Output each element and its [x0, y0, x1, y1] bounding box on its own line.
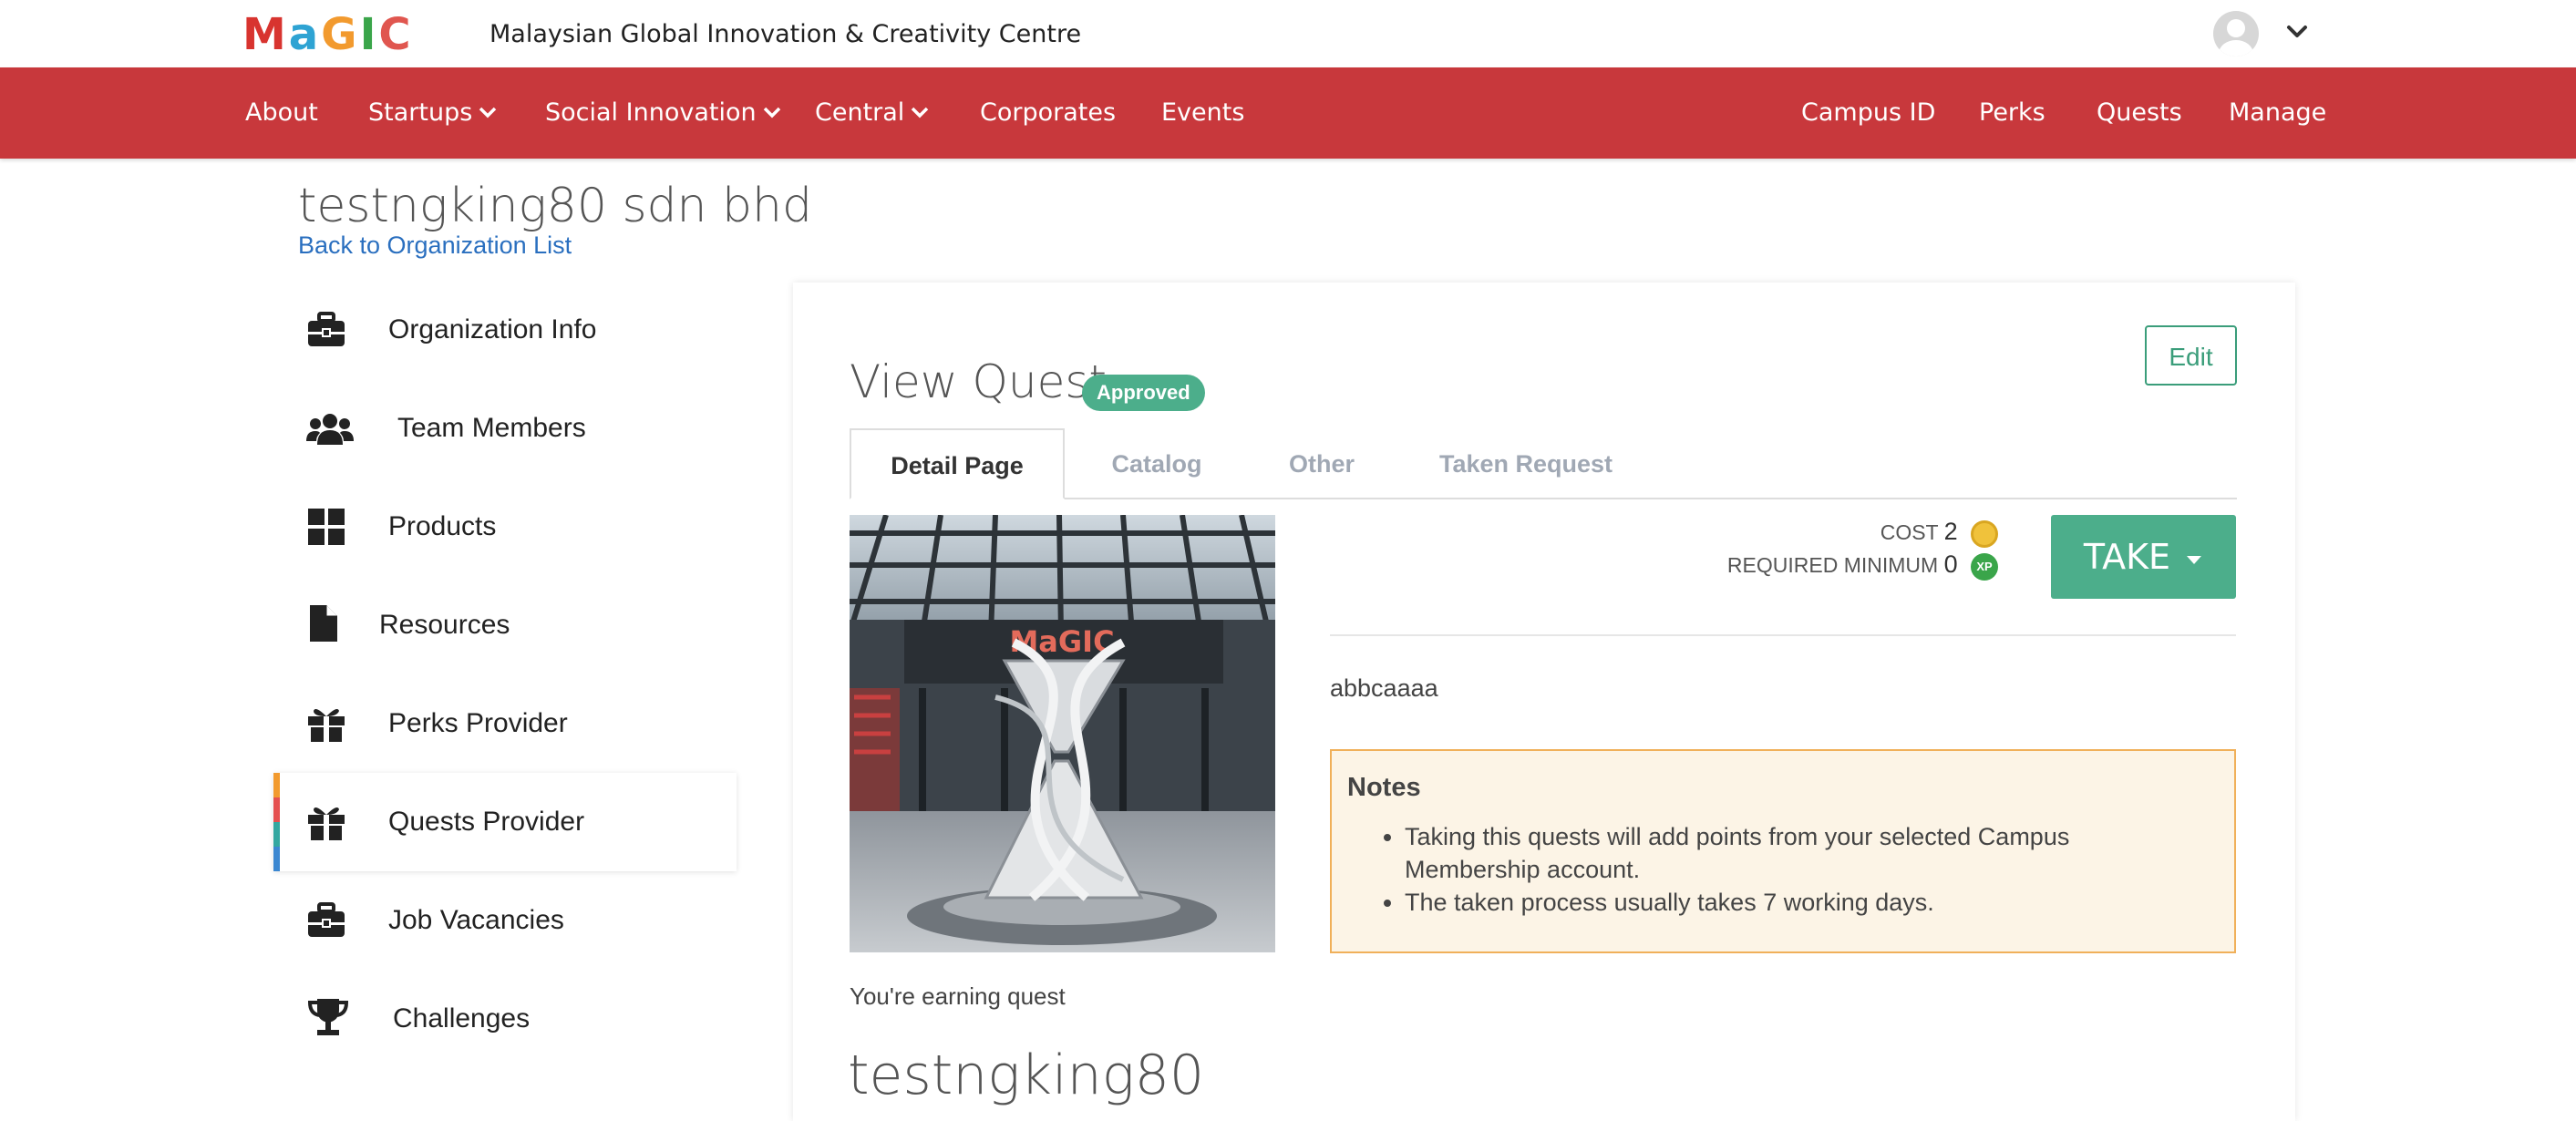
sidebar-item-perks-provider[interactable]: Perks Provider	[273, 674, 737, 773]
coin-icon	[1971, 519, 1998, 548]
cost-value: 2	[1943, 518, 1958, 545]
status-badge: Approved	[1082, 375, 1205, 411]
sidebar-item-job-vacancies[interactable]: Job Vacancies	[273, 871, 737, 970]
quest-image: MaGIC	[850, 515, 1275, 952]
sidebar-item-quests-provider[interactable]: Quests Provider	[273, 773, 737, 871]
nav-central[interactable]: Central	[815, 67, 930, 159]
cost-line: COST 2	[1880, 518, 1998, 548]
nav-startups[interactable]: Startups	[368, 67, 498, 159]
trophy-icon	[307, 999, 349, 1035]
sidebar-item-resources[interactable]: Resources	[273, 576, 737, 674]
page-title: testngking80 sdn bhd	[298, 179, 813, 233]
sidebar-item-label: Challenges	[393, 1003, 531, 1034]
logo-letter: G	[321, 9, 360, 60]
file-icon	[310, 605, 337, 642]
briefcase-icon	[308, 902, 345, 937]
nav-perks[interactable]: Perks	[1979, 67, 2045, 159]
users-icon	[306, 414, 354, 445]
tab-taken-request[interactable]: Taken Request	[1422, 428, 1630, 499]
logo-letter: C	[378, 9, 414, 60]
quest-name-heading: testngking80	[848, 1044, 1205, 1107]
required-minimum-label: REQUIRED MINIMUM	[1726, 553, 1939, 577]
main-navbar: About Startups Social Innovation Central…	[0, 67, 2576, 159]
sidebar-item-label: Products	[388, 511, 497, 541]
note-item: Taking this quests will add points from …	[1405, 820, 2207, 886]
details-divider	[1330, 634, 2236, 636]
sidebar-item-products[interactable]: Products	[273, 478, 737, 576]
sidebar-item-label: Quests Provider	[388, 807, 585, 837]
chevron-down-icon	[763, 107, 780, 118]
nav-about[interactable]: About	[245, 67, 318, 159]
sidebar-item-team-members[interactable]: Team Members	[273, 379, 737, 478]
caret-down-icon	[2187, 555, 2202, 564]
magic-logo[interactable]: MaGIC	[242, 13, 414, 57]
notes-title: Notes	[1347, 773, 1421, 802]
required-minimum-line: REQUIRED MINIMUM 0 XP	[1727, 550, 1998, 581]
quest-description: abbcaaaa	[1330, 674, 1438, 702]
nav-social-innovation[interactable]: Social Innovation	[545, 67, 782, 159]
required-minimum-value: 0	[1943, 550, 1958, 578]
nav-manage[interactable]: Manage	[2229, 67, 2326, 159]
logo-letter: I	[359, 9, 379, 60]
earning-text: You're earning quest	[850, 982, 1066, 1010]
sidebar-item-challenges[interactable]: Challenges	[273, 970, 737, 1068]
sidebar-item-label: Team Members	[397, 413, 586, 443]
sidebar-item-label: Organization Info	[388, 314, 597, 345]
chevron-down-icon	[479, 107, 497, 118]
notes-box: Notes Taking this quests will add points…	[1330, 749, 2236, 953]
sidebar-item-organization-info[interactable]: Organization Info	[273, 281, 737, 379]
nav-campus-id[interactable]: Campus ID	[1801, 67, 1935, 159]
back-to-organization-list-link[interactable]: Back to Organization List	[298, 231, 572, 260]
chevron-down-icon	[912, 107, 929, 118]
logo-letter: M	[242, 9, 289, 60]
notes-list: Taking this quests will add points from …	[1350, 820, 2207, 919]
sidebar-item-label: Resources	[379, 610, 510, 640]
nav-quests[interactable]: Quests	[2097, 67, 2182, 159]
gift-icon	[308, 709, 345, 742]
gift-icon	[308, 807, 345, 840]
top-bar: MaGIC Malaysian Global Innovation & Crea…	[0, 0, 2576, 67]
active-indicator	[273, 773, 280, 871]
cost-label: COST	[1880, 520, 1939, 544]
note-item: The taken process usually takes 7 workin…	[1405, 886, 2207, 919]
sidebar-item-label: Job Vacancies	[388, 905, 564, 935]
xp-icon: XP	[1971, 552, 1998, 581]
nav-events[interactable]: Events	[1161, 67, 1244, 159]
sidebar-item-label: Perks Provider	[388, 708, 568, 738]
take-button[interactable]: TAKE	[2051, 515, 2236, 599]
chevron-down-icon[interactable]	[2285, 20, 2309, 44]
logo-letter: a	[288, 9, 322, 60]
nav-corporates[interactable]: Corporates	[980, 67, 1116, 159]
take-button-label: TAKE	[2083, 537, 2171, 577]
tab-detail-page[interactable]: Detail Page	[850, 428, 1065, 499]
grid-icon	[308, 509, 345, 545]
edit-button[interactable]: Edit	[2145, 325, 2237, 386]
tab-catalog[interactable]: Catalog	[1090, 428, 1223, 499]
user-avatar-icon[interactable]	[2213, 11, 2259, 57]
view-quest-title: View Quest	[850, 355, 1108, 408]
tab-other[interactable]: Other	[1265, 428, 1378, 499]
briefcase-icon	[308, 312, 345, 346]
site-title: Malaysian Global Innovation & Creativity…	[489, 20, 1082, 48]
